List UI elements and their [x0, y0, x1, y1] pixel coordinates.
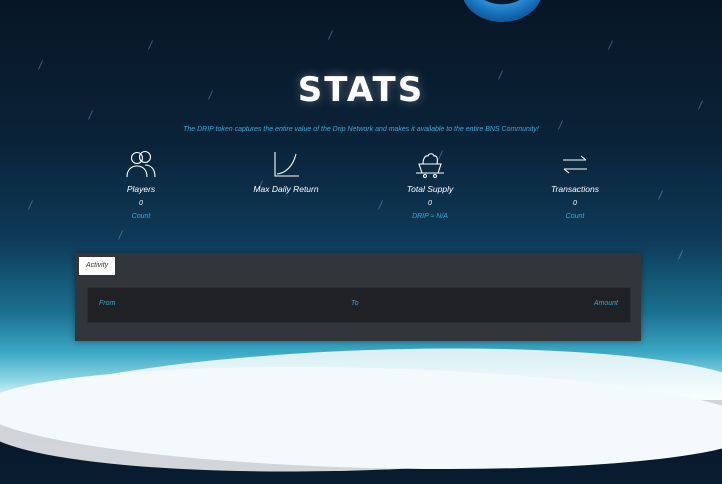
page-subtitle: The DRIP token captures the entire value… — [183, 126, 539, 133]
stat-value: 0 — [573, 200, 577, 207]
stat-label: Transactions — [550, 184, 600, 194]
column-header-from: From — [99, 300, 116, 307]
column-header-amount: Amount — [593, 300, 618, 307]
supply-cart-icon — [416, 153, 444, 178]
stat-value: 0 — [139, 200, 143, 207]
chart-curve-icon — [274, 152, 299, 177]
wave-shape — [0, 336, 722, 484]
transfer-arrows-icon — [563, 155, 587, 174]
stat-sub: Count — [565, 213, 585, 220]
activity-table: From To Amount — [87, 287, 631, 323]
tab-activity[interactable]: Activity — [79, 257, 116, 275]
activity-panel: Activity From To Amount — [75, 253, 641, 341]
wave-shape-front — [0, 357, 722, 479]
stat-players: Players 0 Count — [76, 150, 206, 220]
stat-label: Total Supply — [406, 184, 454, 194]
page-title: STATS — [297, 70, 425, 110]
stat-value: 0 — [428, 200, 432, 207]
stat-total-supply: Total Supply 0 DRIP ≈ N/A — [365, 150, 495, 220]
stat-sub: Count — [131, 213, 151, 220]
stat-label: Players — [126, 184, 156, 194]
stat-label: Max Daily Return — [253, 184, 319, 194]
brand-logo-arc — [462, 0, 542, 22]
stats-row: Players 0 Count Max Daily Return Total S… — [0, 150, 722, 230]
players-icon — [126, 150, 156, 178]
stat-sub: DRIP ≈ N/A — [412, 213, 448, 220]
stat-max-daily-return: Max Daily Return — [221, 150, 351, 200]
stat-transactions: Transactions 0 Count — [510, 150, 640, 220]
column-header-to: To — [351, 300, 359, 307]
